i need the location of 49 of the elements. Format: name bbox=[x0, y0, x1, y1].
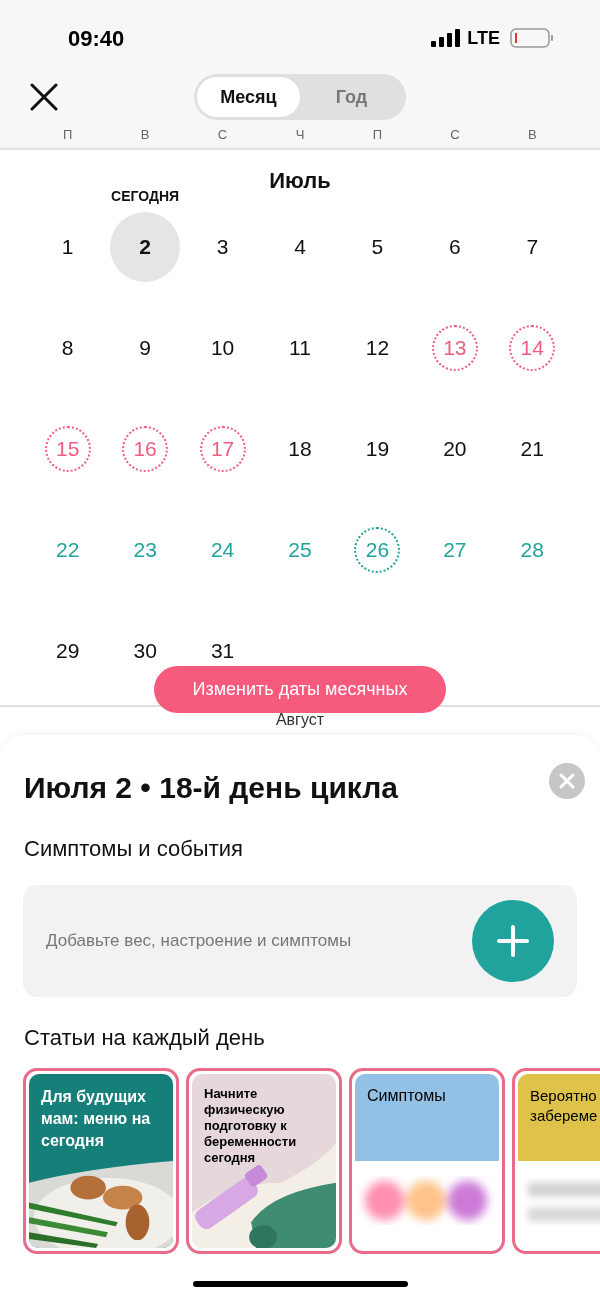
calendar-day[interactable]: 21 bbox=[520, 439, 544, 459]
calendar-day[interactable]: 8 bbox=[61, 338, 74, 358]
article-title: Симптомы bbox=[367, 1086, 447, 1106]
calendar-day[interactable]: 5 bbox=[371, 237, 384, 257]
section-heading: Симптомы и события bbox=[24, 836, 243, 861]
calendar-day[interactable]: 11 bbox=[289, 338, 311, 358]
article-card[interactable]: Вероятно забереме bbox=[512, 1068, 600, 1254]
calendar-day[interactable]: 29 bbox=[56, 641, 80, 661]
battery-icon bbox=[510, 28, 554, 48]
calendar-day[interactable]: 12 bbox=[365, 338, 390, 358]
month-title: Август bbox=[275, 711, 325, 728]
calendar-day[interactable]: 9 bbox=[139, 338, 151, 358]
signal-icon bbox=[431, 29, 462, 47]
calendar-day[interactable]: 4 bbox=[294, 237, 306, 257]
calendar-day[interactable]: 31 bbox=[210, 641, 235, 661]
symptoms-placeholder: Добавьте вес, настроение и симптомы bbox=[46, 930, 352, 953]
calendar-day[interactable]: 7 bbox=[526, 237, 539, 257]
article-card[interactable]: Начните физическую подготовку к беременности сегодня bbox=[186, 1068, 342, 1254]
close-icon[interactable] bbox=[30, 83, 58, 111]
add-icon[interactable] bbox=[472, 900, 554, 982]
article-title: Начните физическую подготовку к беременности сегодня bbox=[204, 1086, 298, 1166]
weekday-label: Ч bbox=[294, 126, 306, 145]
article-card[interactable]: Симптомы bbox=[349, 1068, 505, 1254]
month-title: Июль bbox=[269, 168, 331, 193]
calendar-day[interactable]: 18 bbox=[288, 439, 312, 459]
section-heading: Статьи на каждый день bbox=[24, 1025, 265, 1050]
weekday-label: В bbox=[526, 126, 538, 145]
calendar-day[interactable]: 30 bbox=[133, 641, 157, 661]
article-title: Вероятно забереме bbox=[530, 1086, 599, 1126]
weekday-label: П bbox=[371, 126, 384, 145]
calendar-day[interactable]: 6 bbox=[449, 237, 461, 257]
calendar-day[interactable]: 1 bbox=[61, 237, 74, 257]
network-label: LTE bbox=[467, 26, 500, 50]
calendar-day[interactable]: 19 bbox=[365, 439, 390, 459]
weekday-label: С bbox=[449, 126, 461, 145]
weekday-label: П bbox=[62, 126, 74, 145]
sheet-title: Июля 2 • 18-й день цикла bbox=[24, 770, 398, 806]
calendar-day[interactable]: 10 bbox=[210, 338, 235, 358]
status-time: 09:40 bbox=[68, 24, 125, 53]
today-label: СЕГОДНЯ bbox=[111, 187, 180, 206]
calendar-day[interactable]: 2 bbox=[110, 212, 181, 282]
weekday-label: С bbox=[216, 126, 229, 145]
article-title: Для будущих мам: меню на сегодня bbox=[41, 1087, 152, 1151]
symptoms-card[interactable]: Добавьте вес, настроение и симптомы bbox=[23, 885, 577, 997]
calendar-day[interactable]: 20 bbox=[443, 439, 467, 459]
weekday-label: В bbox=[139, 126, 151, 145]
article-card[interactable]: Для будущих мам: меню на сегодня bbox=[23, 1068, 179, 1254]
calendar-day[interactable]: 3 bbox=[216, 237, 229, 257]
view-tab[interactable]: Месяц bbox=[197, 77, 300, 117]
